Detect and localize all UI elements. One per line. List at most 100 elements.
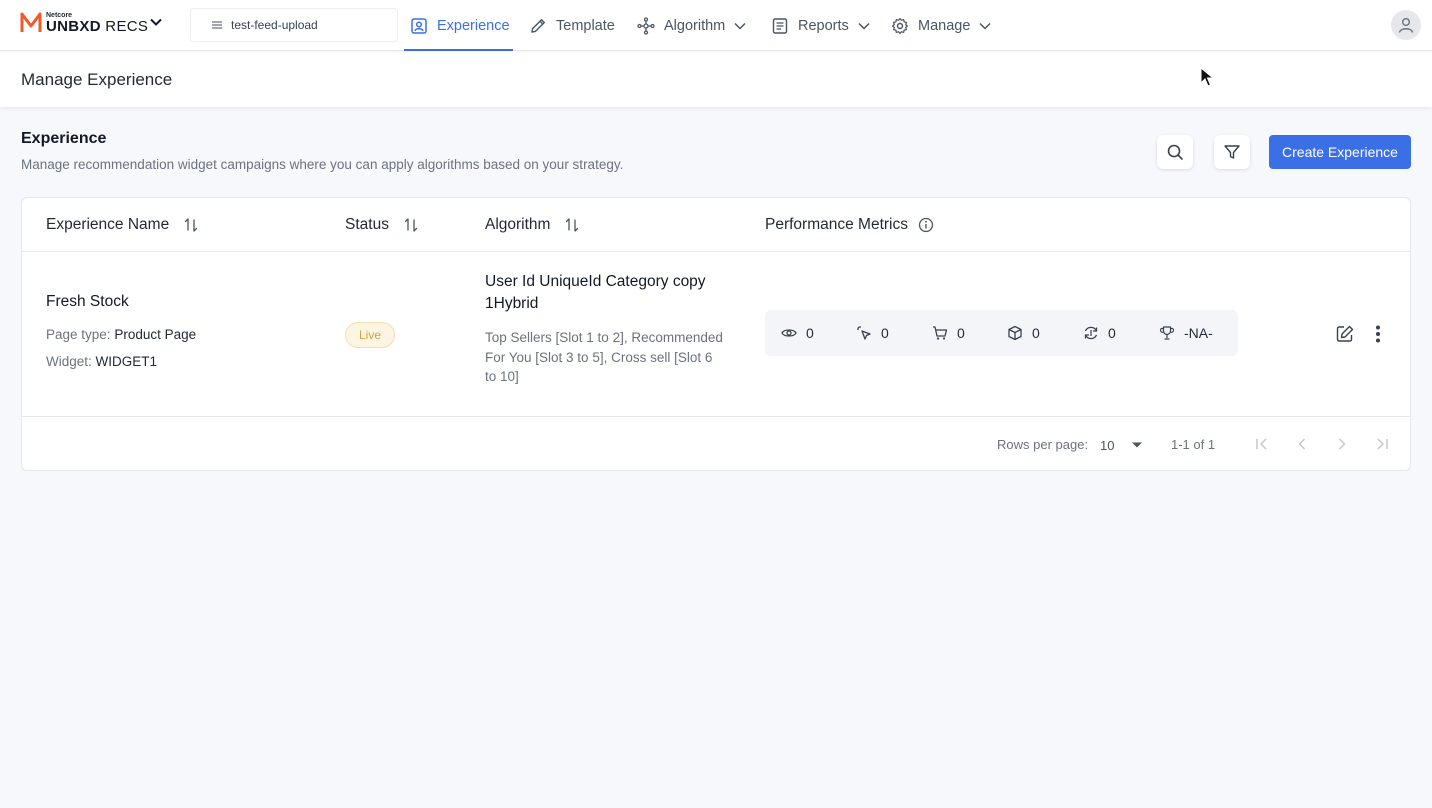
experience-name[interactable]: Fresh Stock (46, 293, 129, 311)
more-options-button[interactable] (1367, 323, 1389, 345)
sort-icon[interactable] (183, 217, 199, 233)
brand-logo-icon (20, 12, 42, 32)
column-header-metrics: Performance Metrics (765, 216, 934, 234)
column-header-status[interactable]: Status (345, 216, 419, 234)
metric-clicks-value: 0 (881, 325, 889, 341)
nav-manage[interactable]: Manage (891, 0, 992, 51)
more-vertical-icon (1376, 325, 1380, 343)
filter-button[interactable] (1214, 135, 1250, 169)
first-page-button[interactable] (1252, 434, 1272, 454)
rows-per-page-select[interactable]: 10 (1100, 435, 1146, 455)
user-avatar[interactable] (1391, 10, 1421, 40)
pagination-range: 1-1 of 1 (1171, 437, 1216, 452)
top-navigation: Netcore UNBXD RECS test-feed-upload Expe… (0, 0, 1432, 51)
eye-icon (781, 329, 797, 337)
nav-template[interactable]: Template (529, 0, 615, 51)
search-button[interactable] (1157, 135, 1193, 169)
metric-views-value: 0 (806, 325, 814, 341)
rows-per-page-value: 10 (1100, 437, 1115, 453)
box-icon (1008, 325, 1022, 341)
menu-icon (212, 21, 222, 29)
metric-orders: 0 (1007, 310, 1040, 356)
nav-experience[interactable]: Experience (404, 0, 513, 51)
pencil-icon (531, 18, 545, 33)
edit-icon (1336, 325, 1354, 342)
chevron-down-icon (979, 22, 991, 30)
page-type: Page type: Product Page (46, 327, 196, 342)
status-badge: Live (345, 322, 395, 348)
rows-per-page-label: Rows per page: (997, 437, 1089, 452)
chevron-down-icon (858, 22, 870, 30)
column-header-algorithm[interactable]: Algorithm (485, 216, 580, 234)
widget-value: WIDGET1 (95, 354, 158, 369)
chevron-right-icon (1338, 438, 1346, 450)
metric-add-to-cart-value: 0 (957, 325, 965, 341)
gear-icon (891, 17, 909, 34)
info-icon[interactable] (918, 217, 934, 233)
metric-conversions-value: 0 (1108, 325, 1116, 341)
brand-logo[interactable]: Netcore UNBXD RECS (20, 12, 148, 34)
nav-algorithm[interactable]: Algorithm (637, 0, 747, 51)
brand-name: UNBXD RECS (46, 19, 148, 34)
feed-selector-value: test-feed-upload (231, 18, 318, 32)
table-row[interactable]: Fresh Stock Page type: Product Page Widg… (22, 253, 1410, 417)
pagination: Rows per page: 10 1-1 of 1 (22, 418, 1410, 470)
column-header-status-label: Status (345, 216, 389, 233)
metric-add-to-cart: 0 (932, 310, 965, 356)
trophy-icon (1159, 326, 1175, 340)
column-header-algorithm-label: Algorithm (485, 216, 551, 233)
chevron-left-icon (1298, 438, 1306, 450)
cart-icon (933, 326, 948, 340)
nav-experience-label: Experience (437, 17, 510, 34)
brand-logo-text: Netcore UNBXD RECS (46, 12, 148, 34)
nav-reports[interactable]: Reports (771, 0, 871, 51)
previous-page-button[interactable] (1292, 434, 1312, 454)
column-header-metrics-label: Performance Metrics (765, 216, 908, 233)
nav-algorithm-label: Algorithm (664, 17, 726, 34)
page-title: Manage Experience (0, 52, 1432, 107)
experience-table: Experience Name Status Algorithm Perform… (21, 197, 1411, 471)
caret-down-icon (1132, 442, 1143, 448)
click-icon (857, 326, 871, 340)
next-page-button[interactable] (1332, 434, 1352, 454)
last-page-button[interactable] (1372, 434, 1392, 454)
brand-suffix: RECS (100, 18, 149, 35)
column-header-name-label: Experience Name (46, 216, 170, 233)
metric-clicks: 0 (856, 310, 889, 356)
nav-reports-label: Reports (798, 17, 849, 34)
column-header-name[interactable]: Experience Name (46, 216, 199, 234)
report-icon (772, 17, 788, 34)
sort-icon[interactable] (564, 217, 580, 233)
edit-button[interactable] (1334, 323, 1356, 345)
mouse-cursor-icon (1200, 67, 1214, 87)
refresh-icon (1084, 326, 1098, 340)
chevron-down-icon (734, 22, 746, 30)
nav-template-label: Template (556, 17, 615, 34)
table-header: Experience Name Status Algorithm Perform… (22, 198, 1410, 252)
brand-main: UNBXD (46, 18, 101, 35)
chevron-down-icon[interactable] (148, 14, 164, 30)
performance-metrics: 0 0 0 0 0 -NA- (765, 310, 1238, 356)
nav-manage-label: Manage (918, 17, 971, 34)
metric-views: 0 (781, 310, 814, 356)
search-icon (1167, 144, 1183, 160)
metric-conversions: 0 (1083, 310, 1116, 356)
algorithm-slots: Top Sellers [Slot 1 to 2], Recommended F… (485, 330, 723, 384)
page-type-label: Page type: (46, 327, 111, 342)
feed-selector[interactable]: test-feed-upload (190, 8, 398, 42)
widget-label: Widget: (46, 354, 92, 369)
widget: Widget: WIDGET1 (46, 354, 157, 369)
metric-revenue-value: -NA- (1184, 325, 1213, 341)
last-page-icon (1377, 438, 1388, 450)
section-description: Manage recommendation widget campaigns w… (21, 157, 624, 172)
metric-revenue: -NA- (1159, 310, 1213, 356)
first-page-icon (1256, 438, 1267, 450)
sort-icon[interactable] (403, 217, 419, 233)
create-experience-button[interactable]: Create Experience (1269, 135, 1411, 169)
experience-icon (411, 17, 427, 34)
algorithm-name: User Id UniqueId Category copy 1Hybrid (485, 273, 706, 312)
user-icon (1398, 18, 1414, 33)
network-icon (637, 16, 655, 35)
page-type-value: Product Page (114, 327, 197, 342)
section-title: Experience (21, 130, 107, 147)
